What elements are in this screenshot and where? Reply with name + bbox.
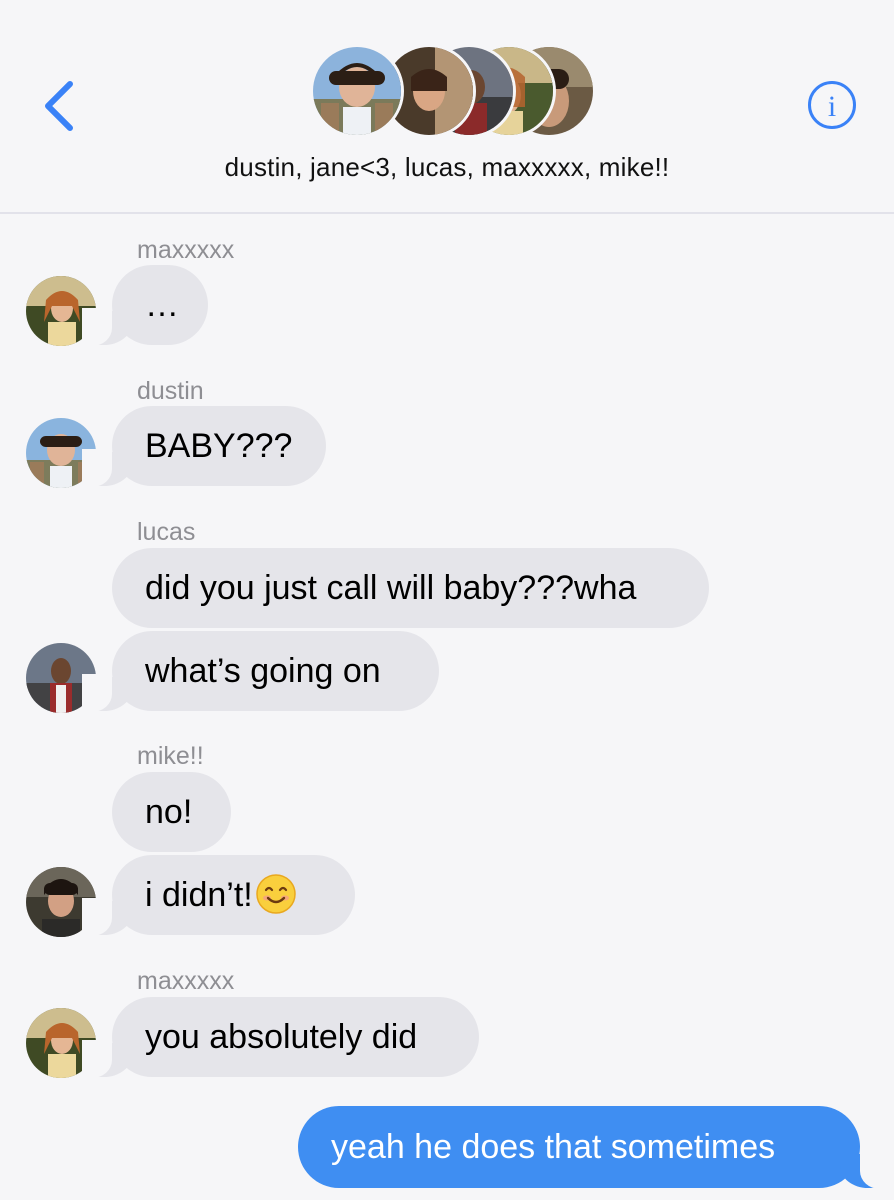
group-avatar-stack[interactable] (310, 44, 596, 138)
message-text: yeah he does that sometimes (331, 1128, 776, 1166)
sender-name: maxxxxx (137, 967, 235, 995)
message-text: i didn’t! (145, 876, 253, 914)
message-bubble[interactable]: you absolutely did (82, 997, 479, 1078)
message-bubble[interactable]: … (82, 265, 208, 346)
group-title[interactable]: dustin, jane<3, lucas, maxxxxx, mike!! (0, 152, 894, 183)
message-bubble[interactable]: i didn’t! (82, 855, 355, 936)
message-text: did you just call will baby???wha (145, 569, 637, 607)
group-avatar-dustin (310, 44, 404, 138)
message-text: … (145, 286, 179, 324)
chevron-left-icon (45, 81, 73, 131)
message-bubble[interactable]: what’s going on (82, 631, 439, 712)
sender-name: mike!! (137, 742, 204, 770)
sender-name: maxxxxx (137, 236, 235, 264)
message-bubble[interactable]: no! (112, 772, 231, 852)
sender-name: dustin (137, 377, 204, 405)
outgoing-message-bubble[interactable]: yeah he does that sometimes (298, 1106, 890, 1189)
message-text: you absolutely did (145, 1018, 418, 1056)
sender-name: lucas (137, 518, 196, 546)
conversation-header: dustin, jane<3, lucas, maxxxxx, mike!! i (0, 0, 894, 214)
smiling-face-emoji-icon (255, 874, 296, 914)
svg-text:i: i (828, 90, 836, 123)
info-button[interactable]: i (807, 80, 857, 130)
info-circle-icon: i (808, 81, 856, 129)
message-text: no! (145, 793, 193, 831)
message-text: BABY??? (145, 427, 293, 465)
message-bubble[interactable]: BABY??? (82, 406, 326, 487)
message-text: what’s going on (145, 652, 381, 690)
back-button[interactable] (36, 76, 86, 136)
message-bubble[interactable]: did you just call will baby???wha (112, 548, 709, 628)
